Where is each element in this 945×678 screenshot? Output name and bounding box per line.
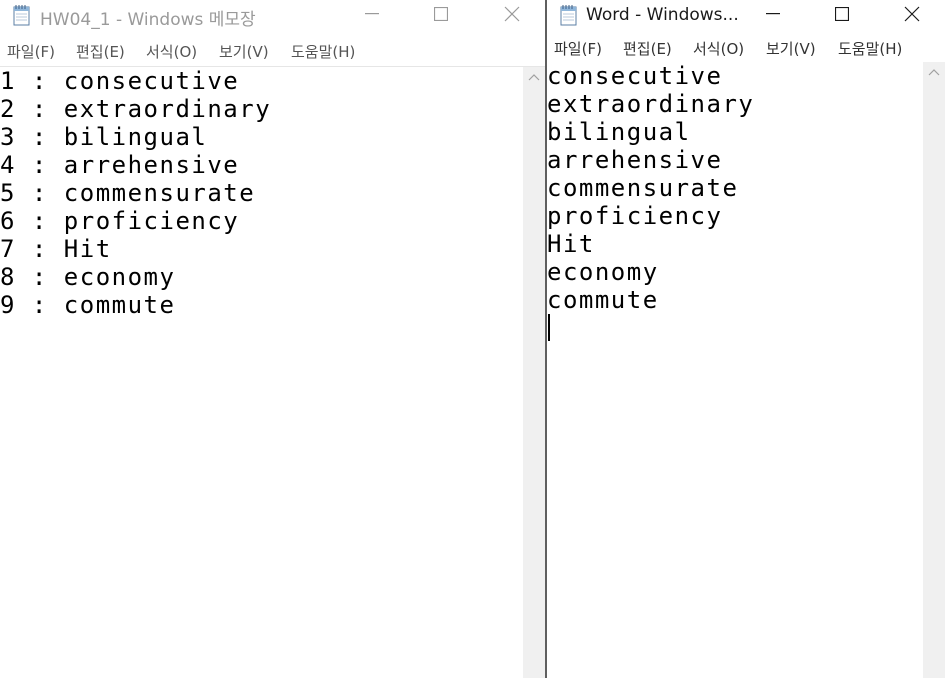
maximize-button[interactable] [418,0,464,28]
text-content[interactable]: consecutive extraordinary bilingual arre… [547,62,923,678]
menu-help[interactable]: 도움말(H) [291,41,355,62]
window-title: Word - Windows... [586,5,739,25]
text-line: 7 : Hit [0,235,112,263]
close-icon [504,6,520,22]
minimize-button[interactable] [750,0,796,28]
vertical-scrollbar[interactable] [523,67,545,678]
notepad-window-word[interactable]: Word - Windows... 파일(F) 편집(E) 서식(O) 보기(V… [545,0,945,678]
menu-edit[interactable]: 편집(E) [623,38,672,59]
close-icon [904,6,920,22]
close-button[interactable] [889,0,935,28]
menu-file[interactable]: 파일(F) [7,41,55,62]
text-line: 6 : proficiency [0,207,240,235]
menu-bar: 파일(F) 편집(E) 서식(O) 보기(V) 도움말(H) [0,41,545,63]
maximize-icon [434,7,448,21]
close-button[interactable] [489,0,535,28]
menu-help[interactable]: 도움말(H) [838,38,902,59]
menu-format[interactable]: 서식(O) [693,38,744,59]
scroll-up-arrow-icon[interactable] [528,73,540,81]
text-line: consecutive [547,62,723,90]
menu-view[interactable]: 보기(V) [766,38,816,59]
text-line: proficiency [547,202,723,230]
text-editor[interactable]: consecutive extraordinary bilingual arre… [547,62,945,678]
text-line: economy [547,258,659,286]
text-line: bilingual [547,118,691,146]
text-editor[interactable]: 1 : consecutive 2 : extraordinary 3 : bi… [0,66,545,678]
menu-format[interactable]: 서식(O) [146,41,197,62]
text-line: 8 : economy [0,263,176,291]
text-line: arrehensive [547,146,723,174]
text-line: commute [547,286,659,314]
text-caret [548,314,550,341]
notepad-window-hw04[interactable]: HW04_1 - Windows 메모장 파일(F) 편집(E) 서식(O) 보… [0,0,545,678]
text-line: 5 : commensurate [0,179,256,207]
menu-edit[interactable]: 편집(E) [76,41,125,62]
maximize-button[interactable] [819,0,865,28]
text-line: commensurate [547,174,739,202]
text-line: 3 : bilingual [0,123,208,151]
minimize-icon [365,13,379,15]
scroll-up-arrow-icon[interactable] [928,68,940,76]
window-title: HW04_1 - Windows 메모장 [40,10,256,30]
text-line: 2 : extraordinary [0,95,272,123]
text-line: Hit [547,230,595,258]
menu-file[interactable]: 파일(F) [554,38,602,59]
vertical-scrollbar[interactable] [923,62,945,678]
menu-view[interactable]: 보기(V) [219,41,269,62]
minimize-button[interactable] [349,0,395,28]
title-bar[interactable]: HW04_1 - Windows 메모장 [0,0,545,32]
minimize-icon [766,13,780,15]
maximize-icon [835,7,849,21]
text-line: 1 : consecutive [0,67,240,95]
menu-bar: 파일(F) 편집(E) 서식(O) 보기(V) 도움말(H) [547,38,945,60]
notepad-icon [12,4,32,26]
text-line: extraordinary [547,90,755,118]
text-content[interactable]: 1 : consecutive 2 : extraordinary 3 : bi… [0,67,523,678]
text-line: 4 : arrehensive [0,151,240,179]
title-bar[interactable]: Word - Windows... [547,0,945,32]
notepad-icon [559,4,579,26]
text-line: 9 : commute [0,291,176,319]
